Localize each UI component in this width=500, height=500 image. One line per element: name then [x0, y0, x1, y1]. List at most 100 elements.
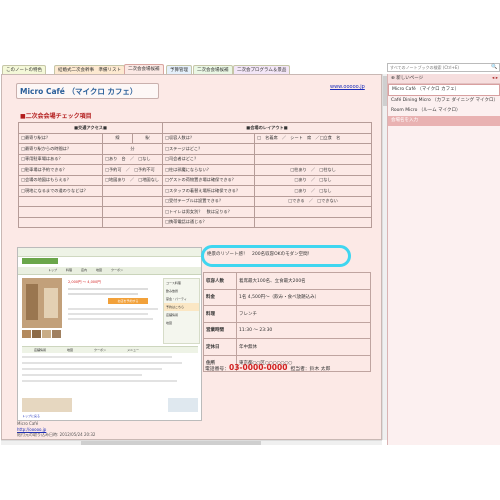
- shot-tab: メニュー: [126, 348, 139, 352]
- check-items-heading: ■二次会会場チェック項目: [20, 113, 92, 120]
- table-cell[interactable]: □駐車場は予約できる？: [18, 164, 103, 176]
- panel-collapse-icon[interactable]: ◂ ▸: [492, 74, 498, 83]
- shot-banner: [168, 398, 198, 412]
- table-cell[interactable]: □柱あり ／ □柱なし: [254, 164, 372, 176]
- info-value[interactable]: 11:30 ～ 23:30: [236, 321, 371, 339]
- info-label: 料金: [203, 288, 237, 306]
- shot-tab: 店内: [80, 268, 87, 272]
- page-item-cafe-dining-micro[interactable]: Café Dining Micro （カフェ ダイニング マイクロ）: [388, 96, 500, 106]
- table-cell[interactable]: [254, 153, 372, 165]
- new-page-button[interactable]: ⊕ 新しいページ ◂ ▸: [388, 74, 500, 84]
- table-row: □駐車場は予約できる？ □予約可 ／ □予約不可 □柱は邪魔にならない？ □柱あ…: [18, 164, 372, 176]
- shot-menu-item: 店舗情報: [166, 313, 179, 317]
- table-cell[interactable]: 線: [102, 132, 133, 144]
- info-value[interactable]: 年中無休: [236, 338, 371, 356]
- shot-map-thumb: [22, 398, 72, 412]
- table-cell[interactable]: [102, 195, 163, 207]
- table-cell[interactable]: □地図あり ／ □地図なし: [102, 174, 163, 186]
- reserve-button[interactable]: お店を予約する: [108, 298, 148, 304]
- page-item-venue-placeholder[interactable]: 会場名を入力: [388, 116, 500, 126]
- site-logo: [22, 258, 58, 264]
- table-cell[interactable]: [18, 216, 103, 228]
- table-cell[interactable]: [102, 185, 163, 197]
- table-cell[interactable]: □あり ／ □なし: [254, 174, 372, 186]
- tab-budget[interactable]: 予算管理: [166, 65, 192, 74]
- table-cell[interactable]: □トイレは男女別？ 数は足りる？: [162, 206, 255, 218]
- table-cell[interactable]: [254, 143, 372, 155]
- table-header-row: ■交通アクセス■ ■会場のレイアウト■: [18, 122, 372, 134]
- table-cell[interactable]: □スタッフの着替え場所は確保できる？: [162, 185, 255, 197]
- info-value[interactable]: 着席最大100名、立食最大200名: [236, 272, 371, 290]
- clip-source-footer: Micro Café http://ooooo.jp 貼付元の取り込み日時: 2…: [17, 421, 95, 438]
- table-row: □現地になるまでの道のりなどは？ □スタッフの着替え場所は確保できる？ □あり …: [18, 185, 372, 197]
- page-horizontal-scrollbar[interactable]: [1, 440, 382, 445]
- shot-menu-item: 宴会・パーティ: [166, 297, 187, 301]
- table-row: 営業時間 11:30 ～ 23:30: [203, 321, 371, 339]
- search-input[interactable]: [387, 63, 500, 72]
- table-cell[interactable]: □ステージはどこ？: [162, 143, 255, 155]
- table-cell[interactable]: 分: [102, 143, 163, 155]
- venue-url-link[interactable]: www.ooooo.jp: [330, 84, 365, 90]
- tab-venue-candidates-2[interactable]: 二次会会場候補: [193, 65, 233, 74]
- page-item-micro-cafe[interactable]: Micro Café （マイクロ カフェ）: [388, 84, 500, 96]
- table-cell[interactable]: □携帯電話は通じる？: [162, 216, 255, 228]
- scroll-thumb[interactable]: [81, 441, 261, 445]
- website-screenshot[interactable]: トップ 料理 店内 地図 クーポン 2,000円 ～ 4,000円 お店を予約す…: [17, 247, 202, 421]
- shot-tab: トップ: [48, 268, 58, 272]
- callout-text: 絶景のリゾート感！ 200名収容OKのモダン空間！: [207, 252, 313, 257]
- shot-header-bar: [18, 248, 201, 257]
- table-cell[interactable]: □最寄り駅からの時間は？: [18, 143, 103, 155]
- access-header: ■交通アクセス■: [18, 122, 163, 134]
- new-page-icon: ⊕: [391, 76, 395, 81]
- table-row: 定休日 年中無休: [203, 338, 371, 356]
- shot-tab-strip: 店舗情報 地図 クーポン メニュー: [22, 346, 198, 353]
- photo-thumbnails: [22, 330, 62, 340]
- table-cell[interactable]: [254, 206, 372, 218]
- phone-label: 電話番号：: [205, 367, 229, 372]
- table-row: □最寄り駅は？ 線 駅 □収容人数は？ □ 名着席 ／ シート 席 ／□立食 名: [18, 132, 372, 144]
- table-cell[interactable]: [18, 206, 103, 218]
- tab-note-features[interactable]: このノートの特色: [2, 65, 46, 74]
- footer-url-link[interactable]: http://ooooo.jp: [17, 427, 46, 432]
- contact-line: 電話番号：03-0000-0000 担当者：鈴木 太郎: [205, 363, 330, 372]
- shot-menu-item: 飲み放題: [166, 289, 179, 293]
- table-cell[interactable]: [102, 216, 163, 228]
- table-cell[interactable]: [18, 195, 103, 207]
- table-cell[interactable]: □現地になるまでの道のりなどは？: [18, 185, 103, 197]
- table-cell[interactable]: □できる ／ □できない: [254, 195, 372, 207]
- tab-program-prizes[interactable]: 二次会プログラム＆景品: [233, 65, 291, 74]
- tab-prep-list[interactable]: 結婚式二次会幹事 準備リスト: [54, 65, 125, 74]
- page-title[interactable]: Micro Café （マイクロ カフェ）: [16, 83, 159, 99]
- info-label: 営業時間: [203, 321, 237, 339]
- table-cell[interactable]: [102, 206, 163, 218]
- tab-venue-candidates[interactable]: 二次会会場候補: [124, 64, 164, 74]
- table-cell[interactable]: □あり ／ □なし: [254, 185, 372, 197]
- shot-menu-item: 地図: [166, 321, 173, 325]
- shot-tab: 店舗情報: [34, 348, 47, 352]
- table-cell[interactable]: □会場の地図はもらえる？: [18, 174, 103, 186]
- table-cell[interactable]: □柱は邪魔にならない？: [162, 164, 255, 176]
- table-row: 料金 1名 4,500円～（飲み・食べ放題込み）: [203, 288, 371, 306]
- table-cell[interactable]: □司会者はどこ？: [162, 153, 255, 165]
- table-cell[interactable]: □予約可 ／ □予約不可: [102, 164, 163, 176]
- table-cell[interactable]: □専用駐車場はある？: [18, 153, 103, 165]
- info-value[interactable]: フレンチ: [236, 305, 371, 323]
- search-icon[interactable]: 🔍: [491, 64, 498, 71]
- table-cell[interactable]: □受付テーブルは設置できる？: [162, 195, 255, 207]
- table-cell[interactable]: □最寄り駅は？: [18, 132, 103, 144]
- info-value[interactable]: 1名 4,500円～（飲み・食べ放題込み）: [236, 288, 371, 306]
- venue-info-table: 収容人数 着席最大100名、立食最大200名 料金 1名 4,500円～（飲み・食べ…: [203, 272, 371, 372]
- phone-number[interactable]: 03-0000-0000: [229, 363, 287, 372]
- shot-price-line: 2,000円 ～ 4,000円: [68, 280, 101, 284]
- table-cell[interactable]: □ゲストの荷物置き場は確保できる？: [162, 174, 255, 186]
- table-cell[interactable]: 駅: [132, 132, 163, 144]
- table-row: □携帯電話は通じる？: [18, 216, 372, 228]
- page-item-room-micro[interactable]: Room Micro （ルーム マイクロ）: [388, 106, 500, 116]
- table-cell[interactable]: □あり 台 ／ □なし: [102, 153, 163, 165]
- table-row: 収容人数 着席最大100名、立食最大200名: [203, 272, 371, 290]
- info-label: 定休日: [203, 338, 237, 356]
- table-cell[interactable]: □収容人数は？: [162, 132, 255, 144]
- table-cell[interactable]: □ 名着席 ／ シート 席 ／□立食 名: [254, 132, 372, 144]
- table-cell[interactable]: [254, 216, 372, 228]
- layout-header: ■会場のレイアウト■: [162, 122, 372, 134]
